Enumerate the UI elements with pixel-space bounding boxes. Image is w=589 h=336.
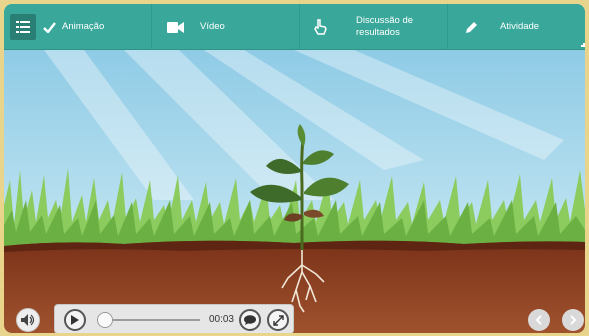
current-time: 00:03 bbox=[208, 314, 234, 325]
tab-discussao-resultados[interactable]: Discussão de resultados bbox=[300, 4, 448, 50]
tab-discussao-label-line2: resultados bbox=[356, 27, 400, 38]
speech-bubble-icon bbox=[244, 315, 256, 325]
expand-icon bbox=[272, 314, 284, 326]
volume-button[interactable] bbox=[16, 308, 40, 332]
seek-track[interactable] bbox=[105, 319, 200, 321]
tab-atividade[interactable]: Atividade bbox=[448, 4, 585, 50]
tab-discussao-label-line1: Discussão de bbox=[356, 15, 414, 26]
speaker-icon bbox=[21, 314, 35, 326]
pencil-icon bbox=[460, 16, 482, 38]
fullscreen-button[interactable] bbox=[267, 309, 289, 331]
video-camera-icon bbox=[164, 16, 186, 38]
tab-discussao-label: Discussão de resultados bbox=[356, 15, 413, 39]
seek-knob[interactable] bbox=[97, 312, 113, 328]
playback-controls: 00:03 bbox=[54, 304, 294, 333]
next-button[interactable] bbox=[562, 309, 584, 331]
top-navigation: Animação Vídeo Discussão de resultados A… bbox=[4, 4, 585, 50]
checkmark-icon bbox=[38, 16, 60, 38]
app-frame: Animação Vídeo Discussão de resultados A… bbox=[0, 0, 589, 336]
animation-player: Animação Vídeo Discussão de resultados A… bbox=[4, 4, 585, 333]
chevron-right-icon bbox=[570, 315, 577, 325]
play-button[interactable] bbox=[64, 309, 86, 331]
hand-pointer-icon bbox=[310, 16, 332, 38]
animation-scene bbox=[4, 50, 585, 333]
list-menu-icon[interactable] bbox=[10, 14, 36, 40]
tab-atividade-label: Atividade bbox=[500, 21, 540, 32]
play-icon bbox=[71, 315, 79, 325]
chevron-left-icon bbox=[535, 315, 542, 325]
tab-animacao-label: Animação bbox=[62, 21, 105, 32]
captions-button[interactable] bbox=[239, 309, 261, 331]
tab-video-label: Vídeo bbox=[200, 21, 225, 32]
previous-button[interactable] bbox=[528, 309, 550, 331]
corner-mark-icon bbox=[581, 43, 585, 47]
tab-animacao[interactable]: Animação bbox=[4, 4, 152, 50]
tab-video[interactable]: Vídeo bbox=[152, 4, 300, 50]
